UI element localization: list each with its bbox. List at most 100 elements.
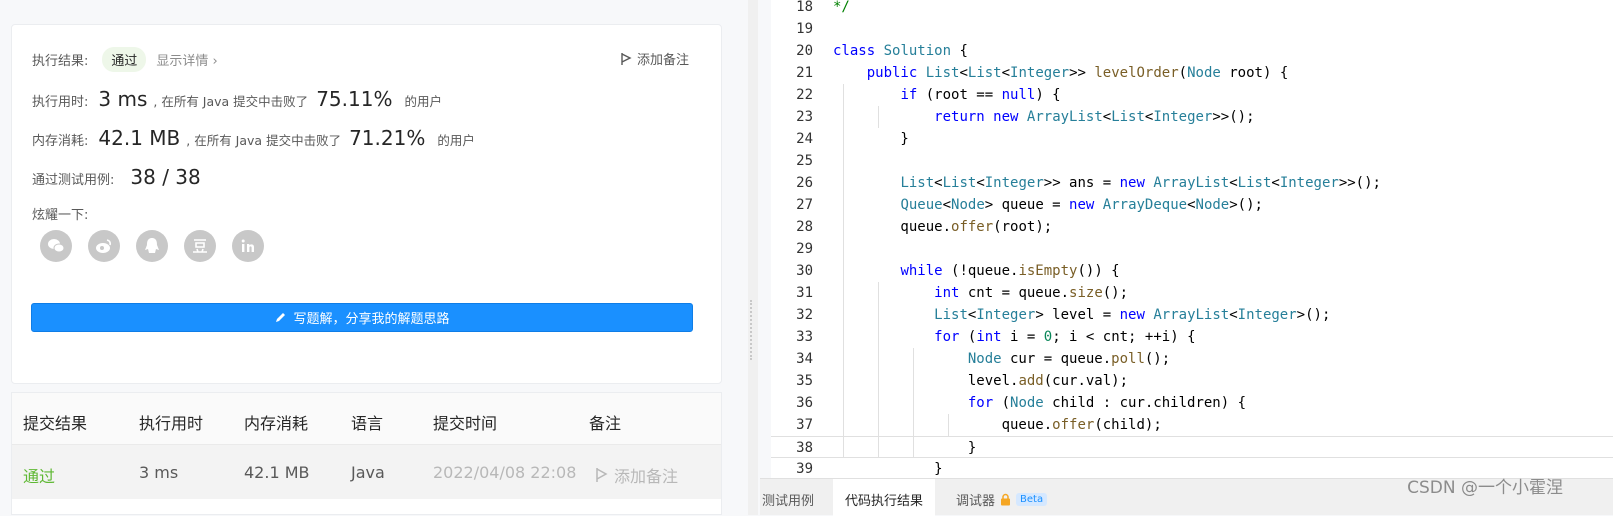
show-detail-link[interactable]: 显示详情 › xyxy=(156,50,217,69)
indent-guide xyxy=(913,348,914,458)
line-number: 20 xyxy=(796,43,813,59)
wechat-icon[interactable] xyxy=(40,230,72,262)
code-line[interactable]: 37 queue.offer(child); xyxy=(771,414,1613,436)
qq-icon[interactable] xyxy=(136,230,168,262)
flag-icon xyxy=(596,468,608,482)
tab-run-result[interactable]: 代码执行结果 xyxy=(833,479,936,516)
code-line[interactable]: 23 return new ArrayList<List<Integer>>()… xyxy=(771,106,1613,128)
code-text: if (root == null) { xyxy=(900,87,1061,103)
runtime-value: 3 ms xyxy=(98,87,148,111)
tab-debugger[interactable]: 调试器 Beta xyxy=(956,490,1048,509)
memory-label: 内存消耗: xyxy=(32,134,89,149)
runtime-suffix: 的用户 xyxy=(404,94,442,109)
linkedin-icon[interactable] xyxy=(232,230,264,262)
code-text: } xyxy=(833,440,977,456)
line-number: 27 xyxy=(796,197,813,213)
row-result[interactable]: 通过 xyxy=(23,463,55,487)
line-number: 39 xyxy=(796,461,813,477)
splitter-grip-icon[interactable] xyxy=(750,300,753,360)
code-line[interactable]: 26 List<List<Integer>> ans = new ArrayLi… xyxy=(771,172,1613,194)
share-label: 炫耀一下: xyxy=(32,208,89,223)
code-line[interactable]: 20 class Solution { xyxy=(771,40,1613,62)
code-text: return new ArrayList<List<Integer>>(); xyxy=(934,109,1255,125)
code-line[interactable]: 32 List<Integer> level = new ArrayList<I… xyxy=(771,304,1613,326)
runtime-percent: 75.11% xyxy=(316,87,393,111)
panel-splitter[interactable] xyxy=(748,0,758,515)
row-runtime: 3 ms xyxy=(139,463,179,482)
code-line[interactable]: 28 queue.offer(root); xyxy=(771,216,1613,238)
line-number: 23 xyxy=(796,109,813,125)
line-number: 37 xyxy=(796,417,813,433)
code-line[interactable]: 27 Queue<Node> queue = new ArrayDeque<No… xyxy=(771,194,1613,216)
code-line[interactable]: 31 int cnt = queue.size(); xyxy=(771,282,1613,304)
code-line[interactable]: 35 level.add(cur.val); xyxy=(771,370,1613,392)
code-text: for (int i = 0; i < cnt; ++i) { xyxy=(934,329,1196,345)
pencil-icon xyxy=(276,313,286,322)
code-text: class Solution { xyxy=(833,43,968,59)
code-editor[interactable]: 18 */ 19 20 class Solution { 21 public List<L… xyxy=(771,0,1613,478)
tab-test-cases[interactable]: 测试用例 xyxy=(762,490,814,509)
table-row[interactable]: 通过 3 ms 42.1 MB Java 2022/04/08 22:08 添加… xyxy=(12,445,721,499)
row-add-note-button[interactable]: 添加备注 xyxy=(595,463,678,487)
code-text: } xyxy=(833,131,909,147)
row-time: 2022/04/08 22:08 xyxy=(433,463,577,482)
code-text: queue.offer(root); xyxy=(833,219,1053,235)
header-note: 备注 xyxy=(589,414,622,433)
code-text: List<Integer> level = new ArrayList<Inte… xyxy=(934,307,1331,323)
runtime-row: 执行用时: 3 ms , 在所有 Java 提交中击败了 75.11% 的用户 xyxy=(32,87,442,111)
submission-table: 提交结果 执行用时 内存消耗 语言 提交时间 备注 通过 3 ms 42.1 M… xyxy=(11,392,722,515)
beta-badge: Beta xyxy=(1016,493,1048,506)
line-number: 34 xyxy=(796,351,813,367)
submission-panel: 执行结果: 通过 显示详情 › 添加备注 执行用时: 3 ms , 在所有 Ja… xyxy=(0,0,738,515)
code-line[interactable]: 19 xyxy=(771,18,1613,40)
tests-label: 通过测试用例: xyxy=(32,173,115,188)
add-note-button[interactable]: 添加备注 xyxy=(620,49,689,68)
memory-percent: 71.21% xyxy=(349,126,426,150)
indent-guide xyxy=(843,84,844,458)
line-number: 36 xyxy=(796,395,813,411)
code-line[interactable]: 25 xyxy=(771,150,1613,172)
memory-text: , 在所有 Java 提交中击败了 xyxy=(186,133,342,148)
header-result: 提交结果 xyxy=(23,414,88,433)
weibo-icon[interactable] xyxy=(88,230,120,262)
line-number: 33 xyxy=(796,329,813,345)
flag-icon xyxy=(621,52,632,65)
memory-suffix: 的用户 xyxy=(437,133,475,148)
code-text: } xyxy=(833,461,943,477)
line-number: 24 xyxy=(796,131,813,147)
indent-guide xyxy=(948,414,949,436)
code-line[interactable]: 33 for (int i = 0; i < cnt; ++i) { xyxy=(771,326,1613,348)
code-line[interactable]: 29 xyxy=(771,238,1613,260)
code-line[interactable]: 34 Node cur = queue.poll(); xyxy=(771,348,1613,370)
code-line[interactable]: 36 for (Node child : cur.children) { xyxy=(771,392,1613,414)
watermark: CSDN @一个小霍涅 xyxy=(1407,478,1563,498)
code-line[interactable]: 24 } xyxy=(771,128,1613,150)
runtime-text: , 在所有 Java 提交中击败了 xyxy=(153,94,309,109)
line-number: 22 xyxy=(796,87,813,103)
code-line[interactable]: 18 */ xyxy=(771,0,1613,18)
line-number: 19 xyxy=(796,21,813,37)
result-label: 执行结果: xyxy=(32,54,89,69)
write-solution-button[interactable]: 写题解，分享我的解题思路 xyxy=(31,303,693,332)
share-row: 炫耀一下: xyxy=(32,204,88,223)
code-line[interactable]: 22 if (root == null) { xyxy=(771,84,1613,106)
line-number: 28 xyxy=(796,219,813,235)
line-number: 26 xyxy=(796,175,813,191)
row-note-label: 添加备注 xyxy=(614,467,679,486)
line-number: 25 xyxy=(796,153,813,169)
code-text: queue.offer(child); xyxy=(833,417,1162,433)
douban-icon[interactable] xyxy=(184,230,216,262)
code-line[interactable]: 38 } xyxy=(771,436,1613,458)
lock-icon xyxy=(1001,493,1011,506)
code-line[interactable]: 21 public List<List<Integer>> levelOrder… xyxy=(771,62,1613,84)
row-language: Java xyxy=(351,463,385,482)
code-line[interactable]: 30 while (!queue.isEmpty()) { xyxy=(771,260,1613,282)
header-time: 提交时间 xyxy=(433,414,498,433)
status-badge: 通过 xyxy=(102,47,147,72)
code-text: List<List<Integer>> ans = new ArrayList<… xyxy=(900,175,1381,191)
write-solution-label: 写题解，分享我的解题思路 xyxy=(293,312,450,327)
code-text: for (Node child : cur.children) { xyxy=(967,395,1247,411)
line-number: 35 xyxy=(796,373,813,389)
result-row: 执行结果: 通过 显示详情 › xyxy=(32,47,218,72)
memory-row: 内存消耗: 42.1 MB , 在所有 Java 提交中击败了 71.21% 的… xyxy=(32,126,475,150)
